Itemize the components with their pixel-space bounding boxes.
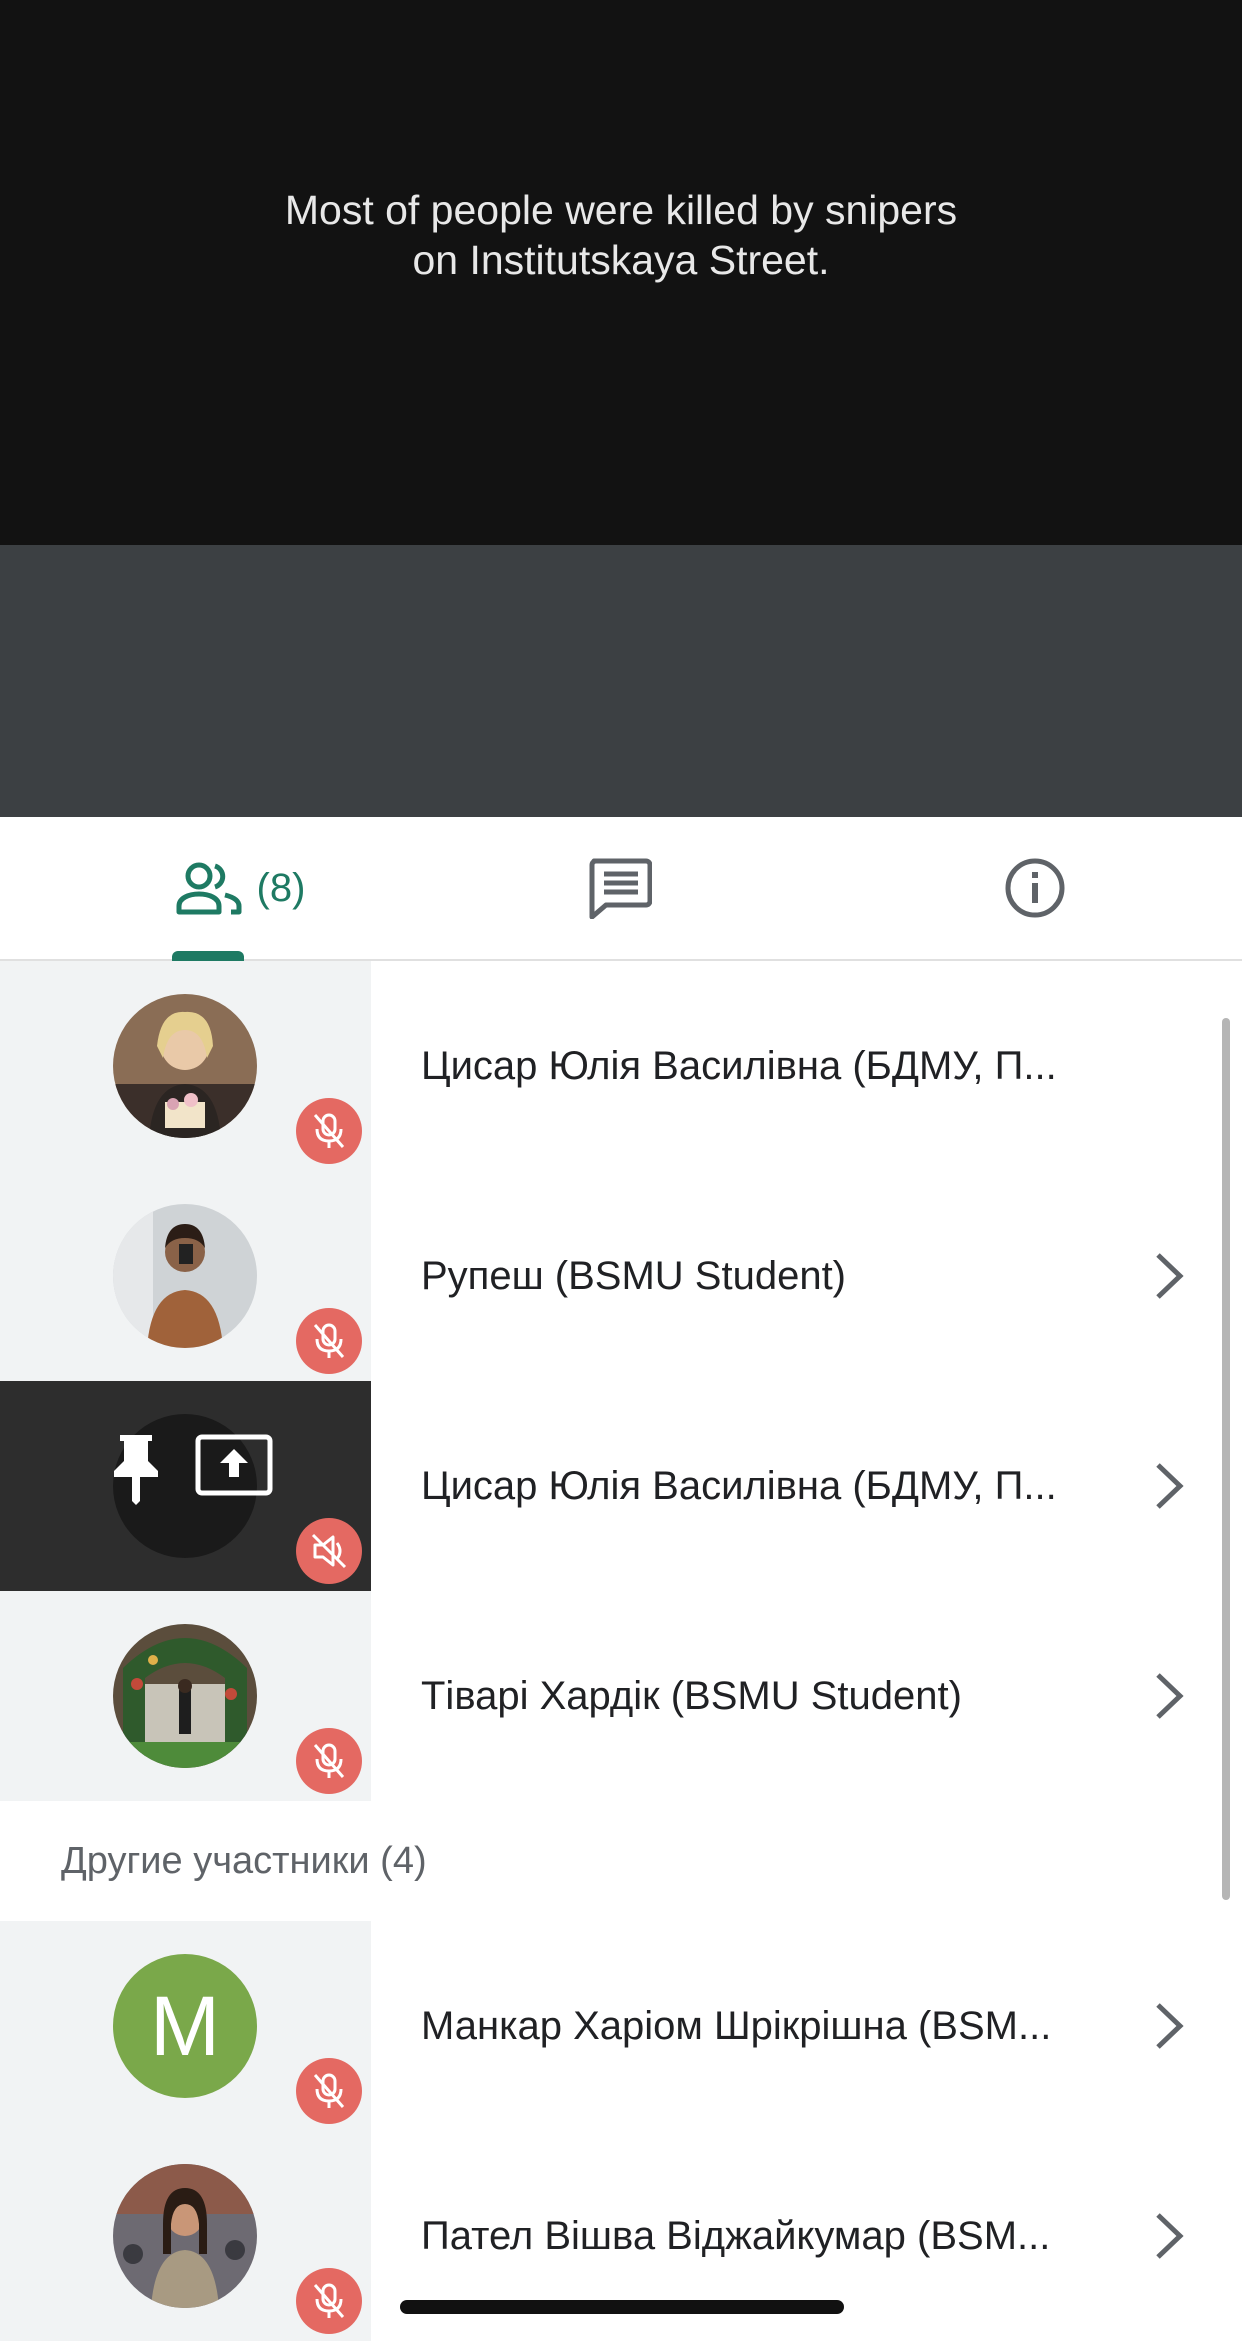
video-feed[interactable]: Most of people were killed by snipers on… [0,0,1242,545]
tab-bar: (8) [0,817,1242,961]
tab-participants[interactable]: (8) [150,817,330,961]
participant-list[interactable]: Цисар Юлія Василівна (БДМУ, П... Рупеш (… [0,961,1242,2341]
scrollbar[interactable] [1222,1018,1230,1900]
tab-chat[interactable] [560,817,680,959]
avatar [113,2164,257,2308]
other-participants-header: Другие участники (4) [0,1801,1242,1921]
participant-count: (8) [256,865,306,910]
participant-name: Рупеш (BSMU Student) [421,1254,846,1298]
mic-muted-icon [296,2058,362,2124]
avatar-cell [0,1591,371,1801]
mic-muted-icon [296,1728,362,1794]
tab-info[interactable] [975,817,1095,959]
caption-line-2: on Institutskaya Street. [412,237,830,283]
chevron-right-icon[interactable] [1152,2001,1186,2051]
avatar-cell [0,2131,371,2341]
participant-name: Цисар Юлія Василівна (БДМУ, П... [421,1044,1057,1088]
avatar-cell [0,961,371,1171]
participant-name: Тіварі Хардік (BSMU Student) [421,1674,962,1718]
participant-row[interactable]: Тіварі Хардік (BSMU Student) [0,1591,1242,1801]
chat-icon [589,858,652,919]
avatar [113,994,257,1138]
audio-off-icon [296,1518,362,1584]
avatar [113,1624,257,1768]
participant-row-presenting[interactable]: Цисар Юлія Василівна (БДМУ, П... [0,1381,1242,1591]
home-indicator[interactable] [400,2300,844,2314]
participant-row[interactable]: Рупеш (BSMU Student) [0,1171,1242,1381]
info-icon [1005,858,1065,918]
participant-name: Цисар Юлія Василівна (БДМУ, П... [421,1464,1057,1508]
avatar [113,1204,257,1348]
mic-muted-icon [296,1308,362,1374]
chevron-right-icon[interactable] [1152,1671,1186,1721]
caption-text: Most of people were killed by snipers on… [0,185,1242,285]
chevron-right-icon[interactable] [1152,2211,1186,2261]
participant-row[interactable]: M Манкар Харіом Шрікрішна (BSM... [0,1921,1242,2131]
avatar-cell [0,1381,371,1591]
avatar-cell [0,1171,371,1381]
chevron-right-icon[interactable] [1152,1461,1186,1511]
avatar-cell: M [0,1921,371,2131]
active-tab-indicator [172,951,244,961]
pin-icon[interactable] [108,1431,164,1505]
avatar-letter: M [113,1954,257,2098]
chevron-right-icon[interactable] [1152,1251,1186,1301]
participant-row[interactable]: Цисар Юлія Василівна (БДМУ, П... [0,961,1242,1171]
mic-muted-icon [296,2268,362,2334]
video-background [0,545,1242,817]
other-participants-title: Другие участники (4) [61,1840,427,1882]
mic-muted-icon [296,1098,362,1164]
participant-name: Манкар Харіом Шрікрішна (BSM... [421,2004,1052,2048]
present-screen-icon [195,1434,273,1496]
caption-line-1: Most of people were killed by snipers [284,187,958,233]
people-icon [176,862,242,915]
